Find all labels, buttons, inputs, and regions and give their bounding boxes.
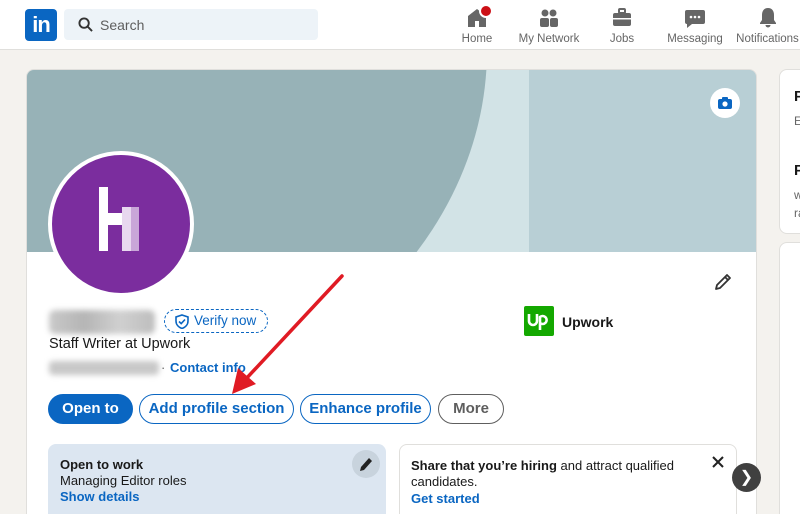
location-separator: · [161,360,166,375]
open-to-button[interactable]: Open to [48,394,133,424]
upwork-logo-icon [527,314,548,330]
nav-home[interactable]: Home [455,4,499,46]
search-icon [78,17,93,32]
edit-profile-pencil-icon[interactable] [713,272,733,292]
briefcase-icon [613,8,631,26]
profile-avatar[interactable] [48,151,194,297]
hiring-text: Share that you’re hiring and attract qua… [411,458,691,490]
company-logo[interactable] [524,306,554,336]
verify-now-button[interactable]: Verify now [164,309,268,333]
pencil-icon [360,458,372,471]
edit-banner-button[interactable] [710,88,740,118]
nav-messaging-label: Messaging [667,33,723,45]
edit-open-to-work-button[interactable] [352,450,380,478]
verify-now-label: Verify now [194,313,257,328]
nav-notifications-label: Notifications [736,33,799,45]
hiring-card: Share that you’re hiring and attract qua… [399,444,737,514]
enhance-profile-button[interactable]: Enhance profile [300,394,431,424]
add-profile-section-button[interactable]: Add profile section [139,394,294,424]
nav-messaging[interactable]: Messaging [666,6,724,46]
notification-badge [479,4,493,18]
nav-jobs-label: Jobs [609,33,635,45]
company-name[interactable]: Upwork [562,314,613,330]
nav-notifications[interactable]: Notifications [735,6,800,46]
side-card-heading-1[interactable]: P [794,88,800,105]
side-card-text-2: w [794,188,800,202]
profile-location-blurred [49,361,159,375]
open-to-work-card[interactable]: Open to work Managing Editor roles Show … [48,444,386,514]
side-card-heading-2[interactable]: P [794,162,800,179]
profile-name-blurred [49,310,155,334]
profile-headline: Staff Writer at Upwork [49,336,191,352]
side-card-text-3: ra [794,206,800,220]
people-icon [540,9,558,27]
get-started-link[interactable]: Get started [411,491,480,506]
profile-card: Verify now Staff Writer at Upwork · Cont… [26,69,757,514]
contact-info-link[interactable]: Contact info [170,360,246,375]
open-to-work-title: Open to work [60,457,144,472]
side-card-text-1: E [794,114,800,128]
chat-icon [685,10,705,28]
camera-icon [718,97,732,109]
search-box[interactable]: Search [64,9,318,40]
linkedin-logo[interactable]: in [25,9,57,41]
top-nav: in Search Home My Network Jobs Messaging… [0,0,800,50]
nav-my-network-label: My Network [518,33,580,45]
shield-check-icon [175,314,189,329]
bell-icon [759,8,776,28]
hiring-text-bold: Share that you’re hiring [411,458,557,473]
carousel-next-button[interactable]: ❯ [732,463,761,492]
search-input[interactable]: Search [100,17,144,33]
open-to-work-roles: Managing Editor roles [60,473,187,488]
more-button[interactable]: More [438,394,504,424]
side-card-top: P E P w ra [779,69,800,234]
nav-home-label: Home [461,33,493,45]
show-details-link[interactable]: Show details [60,489,139,504]
nav-jobs[interactable]: Jobs [603,6,641,46]
nav-my-network[interactable]: My Network [516,6,582,46]
side-card-bottom [779,242,800,514]
avatar-monogram-icon [99,187,139,251]
close-icon[interactable] [711,455,725,469]
